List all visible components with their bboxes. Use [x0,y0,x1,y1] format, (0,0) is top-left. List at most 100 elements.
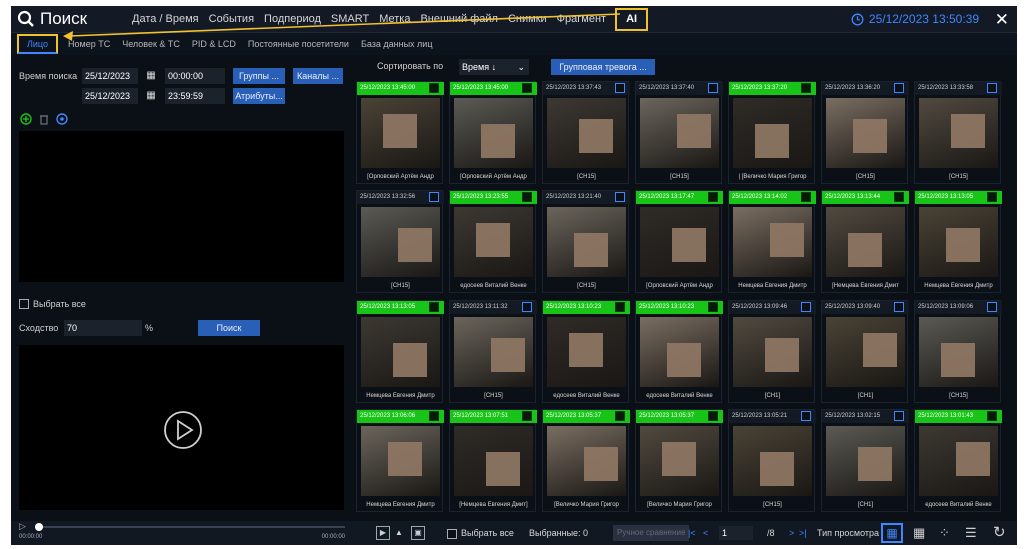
result-checkbox[interactable] [615,302,625,312]
result-checkbox[interactable] [615,83,625,93]
result-card[interactable]: 25/12/2023 13:45:00 [Орловский Артём Андр [449,81,537,184]
result-checkbox[interactable] [615,411,625,421]
tab-face-database[interactable]: База данных лиц [355,36,439,52]
face-thumbnail[interactable] [547,207,626,277]
result-card[interactable]: 25/12/2023 13:14:02 Немцева Евгения Дмитр [728,190,816,293]
face-thumbnail[interactable] [454,207,533,277]
result-checkbox[interactable] [708,302,718,312]
face-thumbnail[interactable] [361,317,440,387]
calendar-icon[interactable]: ▦ [145,90,157,102]
end-date-field[interactable]: 25/12/2023 [82,88,138,104]
menu-events[interactable]: События [204,6,259,33]
delete-icon[interactable] [38,113,50,125]
list-view-icon[interactable]: ☰ [965,523,977,543]
result-card[interactable]: 25/12/2023 13:13:05 Немцева Евгения Дмитр [356,300,444,403]
result-card[interactable]: 25/12/2023 13:10:23 едосеев Виталий Венке [542,300,630,403]
manual-compare-button[interactable]: Ручное сравнение [613,525,690,541]
menu-subperiod[interactable]: Подпериод [259,6,326,33]
menu-smart[interactable]: SMART [326,6,374,33]
result-checkbox[interactable] [522,192,532,202]
play-icon[interactable]: ▷ [19,521,26,532]
last-page-icon[interactable]: >| [799,521,807,545]
result-checkbox[interactable] [987,192,997,202]
start-date-field[interactable]: 25/12/2023 [82,68,138,84]
face-thumbnail[interactable] [919,317,998,387]
result-card[interactable]: 25/12/2023 13:36:20 [CH15] [821,81,909,184]
tab-plate[interactable]: Номер ТС [62,36,116,52]
face-thumbnail[interactable] [361,207,440,277]
face-thumbnail[interactable] [640,426,719,496]
result-card[interactable]: 25/12/2023 13:02:15 [CH1] [821,409,909,512]
result-checkbox[interactable] [522,411,532,421]
export-icon[interactable]: ▲ [395,521,403,545]
search-button[interactable]: Поиск [198,320,260,336]
result-checkbox[interactable] [708,192,718,202]
result-card[interactable]: 25/12/2023 13:17:47 [Орловский Артём Андр [635,190,723,293]
refresh-icon[interactable]: ↻ [993,522,1006,544]
face-thumbnail[interactable] [919,426,998,496]
sort-select[interactable]: Время ↓ ⌄ [459,59,529,75]
page-input[interactable]: 1 [719,526,753,540]
result-card[interactable]: 25/12/2023 13:05:37 [Величко Мария Григор [542,409,630,512]
result-checkbox[interactable] [894,302,904,312]
tab-regular-visitors[interactable]: Постоянные посетители [242,36,355,52]
select-all-checkbox[interactable] [19,299,29,309]
result-card[interactable]: 25/12/2023 13:07:51 [Немцева Евгения Дмит… [449,409,537,512]
face-thumbnail[interactable] [547,426,626,496]
result-checkbox[interactable] [894,192,904,202]
result-checkbox[interactable] [522,83,532,93]
result-card[interactable]: 25/12/2023 13:37:40 [CH15] [635,81,723,184]
result-card[interactable]: 25/12/2023 13:06:06 Немцева Евгения Дмитр [356,409,444,512]
face-thumbnail[interactable] [547,98,626,168]
result-checkbox[interactable] [429,192,439,202]
menu-snapshots[interactable]: Снимки [503,6,552,33]
result-checkbox[interactable] [801,83,811,93]
close-icon[interactable]: ✕ [995,6,1009,33]
timeline-track[interactable] [35,526,345,528]
result-card[interactable]: 25/12/2023 13:10:23 едосеев Виталий Венке [635,300,723,403]
result-card[interactable]: 25/12/2023 13:05:37 [Величко Мария Григор [635,409,723,512]
result-card[interactable]: 25/12/2023 13:09:40 [CH1] [821,300,909,403]
result-card[interactable]: 25/12/2023 13:33:58 [CH15] [914,81,1002,184]
save-icon[interactable]: ▣ [411,526,425,540]
select-all-bottom-checkbox[interactable] [447,528,457,539]
tab-pid-lcd[interactable]: PID & LCD [186,36,242,52]
result-card[interactable]: 25/12/2023 13:32:56 [CH15] [356,190,444,293]
group-alarm-button[interactable]: Групповая тревога ... [551,59,655,75]
face-thumbnail[interactable] [454,317,533,387]
start-time-field[interactable]: 00:00:00 [165,68,225,84]
channels-button[interactable]: Каналы ... [293,68,343,84]
result-card[interactable]: 25/12/2023 13:23:55 едосеев Виталий Венке [449,190,537,293]
menu-external-file[interactable]: Внешний файл [415,6,503,33]
result-card[interactable]: 25/12/2023 13:13:05 Немцева Евгения Дмитр [914,190,1002,293]
result-card[interactable]: 25/12/2023 13:11:32 [CH15] [449,300,537,403]
result-card[interactable]: 25/12/2023 13:21:40 [CH15] [542,190,630,293]
face-thumbnail[interactable] [361,98,440,168]
result-card[interactable]: 25/12/2023 13:09:46 [CH1] [728,300,816,403]
end-time-field[interactable]: 23:59:59 [165,88,225,104]
face-thumbnail[interactable] [733,98,812,168]
result-checkbox[interactable] [522,302,532,312]
result-checkbox[interactable] [615,192,625,202]
result-card[interactable]: 25/12/2023 13:01:43 едосеев Виталий Венке [914,409,1002,512]
prev-page-icon[interactable]: < [703,521,708,545]
menu-tag[interactable]: Метка [374,6,415,33]
result-checkbox[interactable] [429,411,439,421]
result-card[interactable]: 25/12/2023 13:37:43 [CH15] [542,81,630,184]
play-icon[interactable] [163,410,203,450]
face-thumbnail[interactable] [826,317,905,387]
result-card[interactable]: 25/12/2023 13:37:20 | [Величко Мария Григ… [728,81,816,184]
similarity-input[interactable]: 70 [64,320,142,336]
grid-view-icon[interactable]: ⁘ [939,523,950,543]
face-thumbnail[interactable] [361,426,440,496]
attributes-button[interactable]: Атрибуты... [233,88,285,104]
result-card[interactable]: 25/12/2023 13:09:06 [CH15] [914,300,1002,403]
grid-view-icon[interactable]: ▦ [913,523,925,543]
result-card[interactable]: 25/12/2023 13:13:44 [Немцева Евгения Дмит [821,190,909,293]
select-all-bottom[interactable]: Выбрать все [447,521,514,545]
result-checkbox[interactable] [987,302,997,312]
menu-date-time[interactable]: Дата / Время [127,6,204,33]
face-thumbnail[interactable] [640,207,719,277]
play-icon[interactable]: ▶ [376,526,390,540]
face-thumbnail[interactable] [826,207,905,277]
